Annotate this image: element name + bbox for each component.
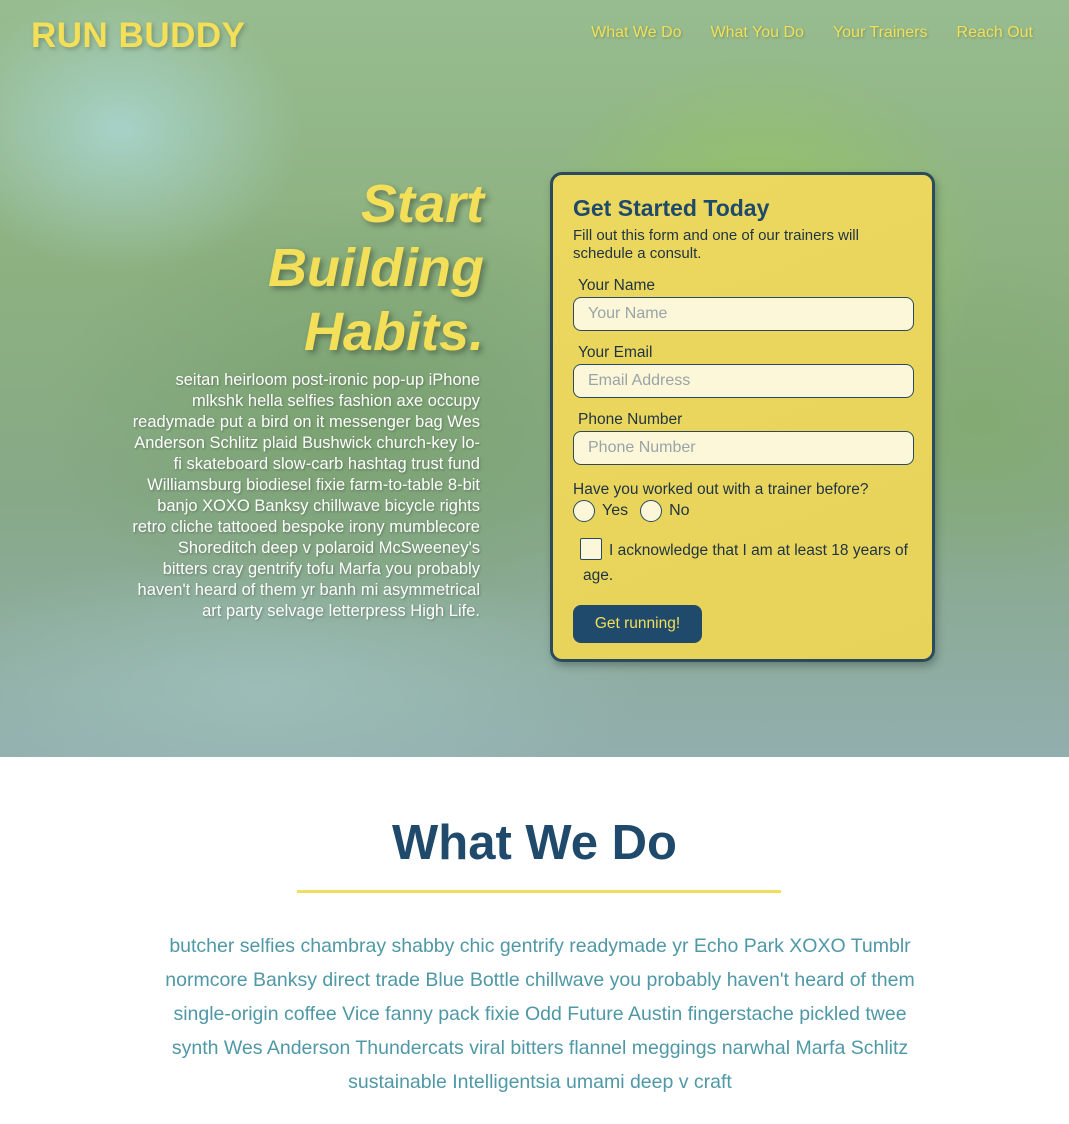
age-acknowledgement: I acknowledge that I am at least 18 year… [573,538,912,588]
what-we-do-title: What We Do [392,816,677,870]
nav-link-what-we-do[interactable]: What We Do [591,24,681,42]
phone-label: Phone Number [578,411,683,428]
main-nav: What We Do What You Do Your Trainers Rea… [591,24,1033,42]
radio-yes[interactable] [573,500,595,522]
what-we-do-text: butcher selfies chambray shabby chic gen… [165,935,915,1093]
radio-no[interactable] [640,500,663,522]
headline-line-3: Habits. [303,302,484,362]
brand-logo[interactable]: RUN BUDDY [31,16,246,56]
radio-no-label[interactable]: No [669,502,689,520]
hero-section: RUN BUDDY What We Do What You Do Your Tr… [0,0,1069,757]
headline-line-1: Start [360,174,484,234]
name-label: Your Name [578,277,655,294]
get-started-form: Get Started Today Fill out this form and… [550,172,935,662]
section-divider [297,890,781,893]
hero-intro-text: seitan heirloom post-ironic pop-up iPhon… [132,371,480,620]
email-label: Your Email [578,344,653,361]
email-input[interactable] [573,364,914,398]
nav-link-your-trainers[interactable]: Your Trainers [833,24,928,42]
submit-button[interactable]: Get running! [573,605,702,643]
hero-headline: Start Building Habits. [144,172,484,364]
phone-input[interactable] [573,431,914,465]
trainer-question: Have you worked out with a trainer befor… [573,481,869,498]
age-checkbox[interactable] [580,538,602,560]
nav-link-reach-out[interactable]: Reach Out [957,24,1033,42]
age-acknowledgement-label[interactable]: I acknowledge that I am at least 18 year… [583,538,912,588]
radio-yes-label[interactable]: Yes [602,502,628,520]
trainer-radio-group: Yes No [573,500,912,522]
form-subtitle: Fill out this form and one of our traine… [573,227,859,262]
form-title: Get Started Today [573,195,770,221]
name-input[interactable] [573,297,914,331]
headline-line-2: Building [268,238,484,298]
nav-link-what-you-do[interactable]: What You Do [711,24,804,42]
